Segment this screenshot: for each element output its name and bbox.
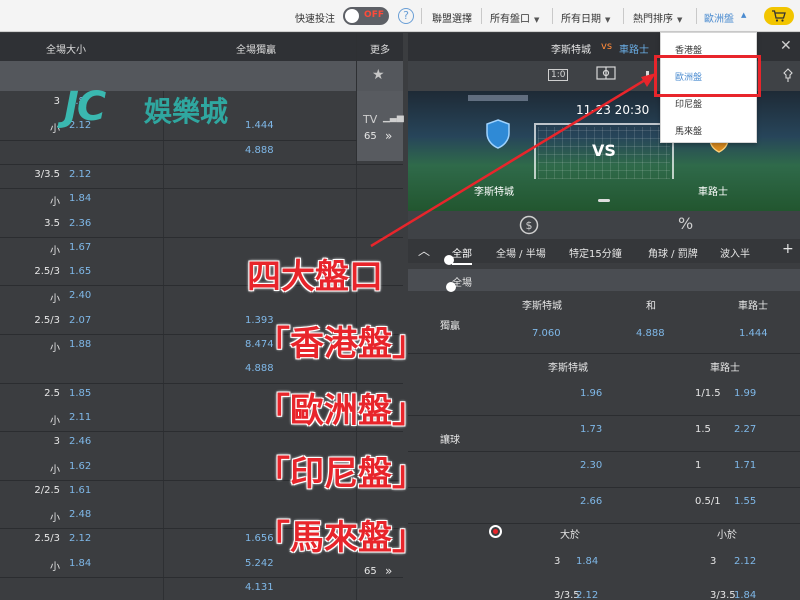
annotation-item: 「香港盤」 xyxy=(256,324,426,364)
dot-marker xyxy=(446,282,456,292)
annotation-item: 「歐洲盤」 xyxy=(256,391,426,431)
annotation-title: 四大盤口 xyxy=(247,257,383,297)
dot-marker xyxy=(444,255,454,265)
ring-marker xyxy=(489,525,502,538)
annotation-item: 「印尼盤」 xyxy=(256,454,426,494)
annotation-item: 「馬來盤」 xyxy=(256,518,426,558)
